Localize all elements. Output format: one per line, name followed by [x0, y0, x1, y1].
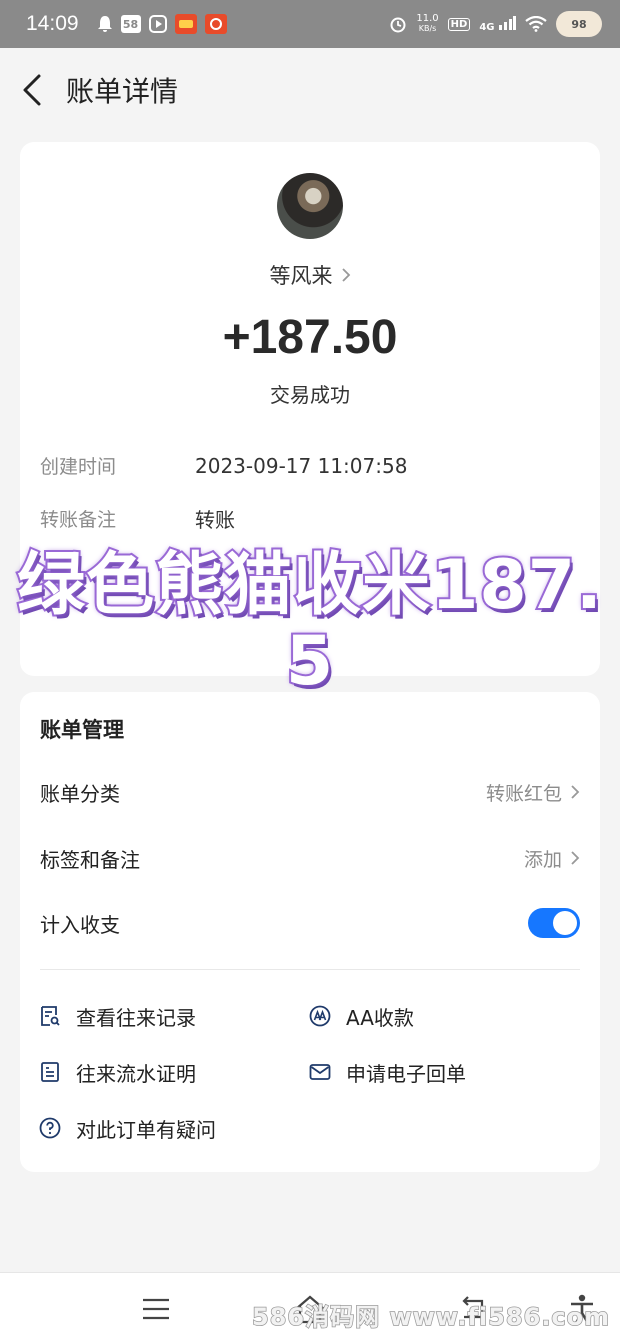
system-icons: 11.0 KB/s HD 4G 98 [389, 11, 602, 37]
overlay-line-1: 绿色熊猫收米187. [15, 546, 604, 626]
header: 账单详情 [0, 48, 620, 132]
tags-notes-row[interactable]: 标签和备注 添加 [40, 838, 580, 878]
status-time: 14:09 [26, 12, 79, 35]
shopping-app-icon [174, 14, 197, 34]
menu-button[interactable] [134, 1289, 178, 1329]
battery-icon: 98 [556, 11, 602, 37]
bill-category-row[interactable]: 账单分类 转账红包 [40, 772, 580, 812]
transfer-note-value: 转账 [195, 508, 235, 532]
created-time-row: 创建时间 2023-09-17 11:07:58 [40, 452, 580, 479]
chevron-right-icon [571, 851, 580, 865]
alarm-icon [389, 15, 407, 33]
include-in-income-row: 计入收支 [40, 903, 580, 943]
aa-collect-button[interactable]: AA收款 [308, 998, 414, 1034]
include-in-income-toggle[interactable] [528, 908, 580, 938]
play-icon [148, 15, 167, 33]
wifi-icon [525, 16, 547, 32]
question-icon [39, 1117, 61, 1139]
promo-overlay-text: 绿色熊猫收米187. 5 [0, 546, 620, 702]
created-time-value: 2023-09-17 11:07:58 [195, 453, 408, 478]
chevron-right-icon [571, 785, 580, 799]
system-nav-bar: 586消码网 www.fi586.com [0, 1272, 620, 1344]
network-speed-unit: KB/s [418, 24, 437, 33]
view-history-button[interactable]: 查看往来记录 [38, 998, 196, 1034]
aa-icon [309, 1005, 331, 1027]
document-search-icon [41, 1006, 60, 1026]
transaction-amount: +187.50 [222, 311, 398, 364]
network-speed: 11.0 KB/s [416, 14, 438, 34]
status-bar: 14:09 58 11.0 KB/s HD 4G 98 [0, 0, 620, 48]
statement-proof-button[interactable]: 往来流水证明 [38, 1054, 196, 1090]
app-58-icon: 58 [120, 15, 141, 33]
document-icon [41, 1062, 59, 1082]
tags-notes-label: 标签和备注 [40, 847, 140, 872]
payee-link[interactable]: 等风来 [20, 260, 600, 290]
e-receipt-button[interactable]: 申请电子回单 [308, 1054, 466, 1090]
network-speed-value: 11.0 [416, 13, 439, 24]
e-receipt-label: 申请电子回单 [346, 1061, 466, 1086]
page-title: 账单详情 [66, 75, 179, 108]
menu-icon [143, 1298, 169, 1320]
transfer-note-row: 转账备注 转账 [40, 504, 580, 533]
order-question-label: 对此订单有疑问 [76, 1117, 216, 1142]
bill-category-value: 转账红包 [485, 782, 562, 805]
back-button[interactable] [0, 48, 64, 132]
view-history-label: 查看往来记录 [76, 1005, 196, 1030]
overlay-line-2: 5 [284, 622, 335, 702]
signal-icon: 4G [479, 15, 516, 33]
created-time-label: 创建时间 [40, 456, 117, 478]
chevron-right-icon [341, 268, 350, 282]
payee-name: 等风来 [269, 264, 333, 288]
notification-icons: 58 [97, 14, 227, 34]
mail-icon [309, 1064, 331, 1080]
bell-icon [97, 15, 113, 33]
order-question-button[interactable]: 对此订单有疑问 [38, 1110, 216, 1146]
section-title: 账单管理 [40, 718, 124, 742]
network-type: 4G [479, 21, 495, 33]
avatar[interactable] [277, 173, 343, 239]
transfer-note-label: 转账备注 [40, 509, 117, 531]
chevron-left-icon [23, 74, 41, 106]
transaction-status: 交易成功 [270, 383, 350, 407]
aa-collect-label: AA收款 [346, 1005, 414, 1030]
bill-management-card: 账单管理 账单分类 转账红包 标签和备注 添加 计入收支 查看往来记录 AA收款… [20, 692, 600, 1172]
hd-badge: HD [447, 17, 471, 31]
statement-proof-label: 往来流水证明 [76, 1061, 196, 1086]
toggle-knob [553, 911, 577, 935]
include-in-income-label: 计入收支 [40, 912, 120, 937]
tags-notes-value: 添加 [523, 848, 562, 871]
app-badge-icon [204, 14, 227, 34]
watermark: 586消码网 www.fi586.com [251, 1302, 611, 1332]
bill-category-label: 账单分类 [40, 781, 120, 806]
divider [40, 969, 580, 970]
